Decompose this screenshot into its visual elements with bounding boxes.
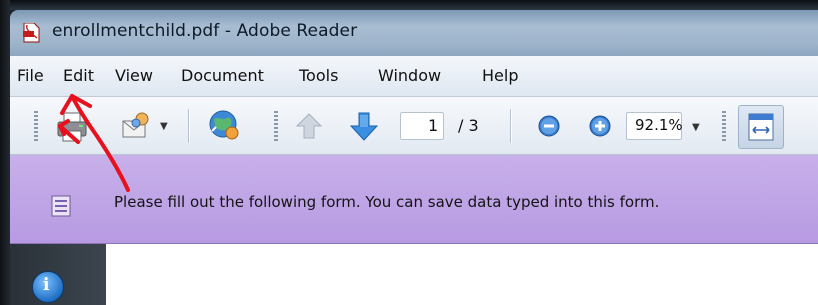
print-icon[interactable] — [56, 111, 90, 143]
toolbar-grip[interactable] — [722, 111, 726, 141]
zoom-in-icon[interactable] — [588, 114, 612, 138]
zoom-out-icon[interactable] — [537, 114, 561, 138]
menu-window[interactable]: Window — [378, 66, 441, 85]
toolbar: ▼ 1 / 3 92.1% ▼ — [10, 97, 818, 155]
next-page-icon[interactable] — [348, 110, 380, 142]
menu-document[interactable]: Document — [181, 66, 264, 85]
pdf-document-icon — [23, 23, 40, 43]
toolbar-separator — [188, 109, 189, 143]
form-notice-text: Please fill out the following form. You … — [114, 193, 660, 211]
window-frame-left — [0, 0, 10, 305]
share-icon[interactable] — [206, 107, 242, 143]
form-icon — [51, 195, 71, 217]
toolbar-grip[interactable] — [34, 111, 38, 141]
menu-view[interactable]: View — [115, 66, 153, 85]
menu-file[interactable]: File — [17, 66, 44, 85]
document-page[interactable] — [106, 244, 818, 305]
form-notice-bar: Please fill out the following form. You … — [10, 155, 818, 244]
fit-width-icon — [748, 113, 774, 141]
menu-tools[interactable]: Tools — [299, 66, 338, 85]
menu-edit[interactable]: Edit — [63, 66, 94, 85]
email-icon[interactable] — [120, 110, 154, 142]
window-title: enrollmentchild.pdf - Adobe Reader — [52, 21, 358, 41]
fit-width-button[interactable] — [738, 105, 784, 149]
menu-help[interactable]: Help — [482, 66, 518, 85]
chevron-down-icon[interactable]: ▼ — [160, 121, 168, 132]
adobe-reader-window: enrollmentchild.pdf - Adobe Reader File … — [0, 0, 818, 305]
toolbar-separator — [510, 109, 511, 143]
toolbar-grip[interactable] — [274, 111, 278, 141]
menu-bar: File Edit View Document Tools Window Hel… — [10, 56, 818, 97]
window-frame-top — [0, 0, 818, 10]
zoom-value[interactable]: 92.1% — [635, 116, 683, 134]
current-page-value[interactable]: 1 — [428, 116, 438, 135]
previous-page-icon[interactable] — [294, 111, 324, 141]
info-glyph: i — [43, 275, 50, 295]
title-bar[interactable]: enrollmentchild.pdf - Adobe Reader — [10, 10, 818, 56]
chevron-down-icon[interactable]: ▼ — [692, 122, 700, 133]
page-count-label: / 3 — [458, 116, 479, 135]
